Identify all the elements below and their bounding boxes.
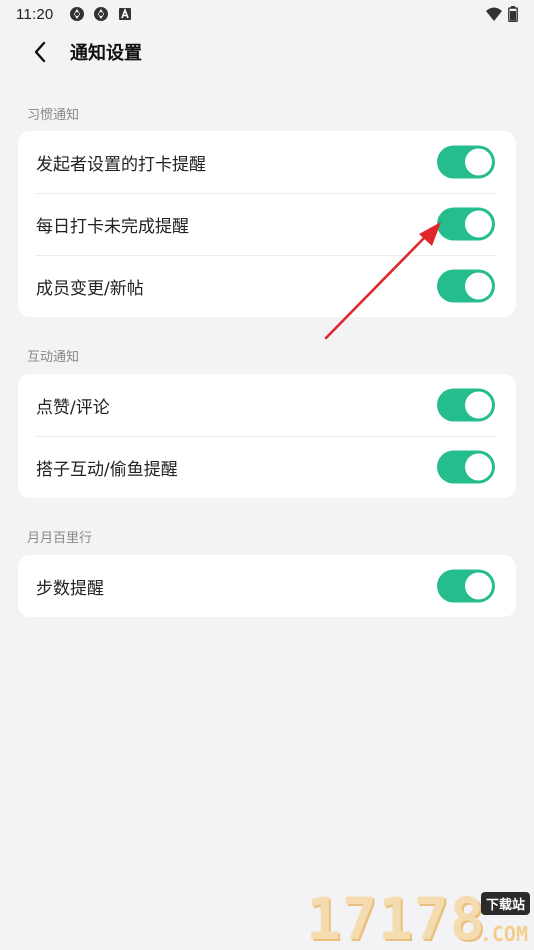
interaction-notification-card: 点赞/评论 搭子互动/偷鱼提醒 xyxy=(18,374,516,498)
wifi-icon xyxy=(486,6,502,22)
toggle-knob xyxy=(465,391,492,419)
toggle-knob xyxy=(465,453,492,481)
section-label-habit: 习惯通知 xyxy=(27,108,80,123)
app-bar: 通知设置 xyxy=(0,28,534,76)
habit-notification-card: 发起者设置的打卡提醒 每日打卡未完成提醒 成员变更/新帖 xyxy=(18,131,516,317)
monthly-walk-card: 步数提醒 xyxy=(18,555,516,617)
watermark-logo: 17178 下载站 .COM xyxy=(306,888,530,950)
setting-row-step-reminder[interactable]: 步数提醒 xyxy=(18,555,516,617)
sync-icon xyxy=(69,6,85,22)
page-title: 通知设置 xyxy=(70,43,142,64)
status-left-icons xyxy=(69,6,133,22)
setting-label: 搭子互动/偷鱼提醒 xyxy=(36,459,178,480)
watermark-suffix: .COM xyxy=(479,922,528,946)
toggle-switch[interactable] xyxy=(437,388,495,422)
setting-row-likes-comments[interactable]: 点赞/评论 xyxy=(18,374,516,436)
setting-label: 步数提醒 xyxy=(36,578,104,599)
setting-label: 发起者设置的打卡提醒 xyxy=(36,154,206,175)
toggle-switch[interactable] xyxy=(437,569,495,603)
section-label-interaction: 互动通知 xyxy=(27,350,80,365)
setting-label: 每日打卡未完成提醒 xyxy=(36,216,189,237)
watermark-badge: 下载站 xyxy=(480,892,530,915)
toggle-knob xyxy=(465,210,492,238)
setting-row-member-change[interactable]: 成员变更/新帖 xyxy=(18,255,516,317)
setting-label: 点赞/评论 xyxy=(36,397,110,418)
toggle-knob xyxy=(465,148,492,176)
sync-icon xyxy=(93,6,109,22)
section-label-monthly-walk: 月月百里行 xyxy=(27,531,93,546)
setting-row-initiator-reminder[interactable]: 发起者设置的打卡提醒 xyxy=(18,131,516,193)
toggle-switch[interactable] xyxy=(437,450,495,484)
setting-row-daily-incomplete-reminder[interactable]: 每日打卡未完成提醒 xyxy=(18,193,516,255)
toggle-switch[interactable] xyxy=(437,207,495,241)
status-right-icons xyxy=(486,6,518,23)
chevron-left-icon xyxy=(34,41,46,63)
battery-icon xyxy=(508,6,518,23)
status-time: 11:20 xyxy=(16,5,54,23)
status-bar: 11:20 xyxy=(0,0,534,28)
setting-label: 成员变更/新帖 xyxy=(36,278,144,299)
toggle-knob xyxy=(465,272,492,300)
back-button[interactable] xyxy=(20,32,60,72)
setting-row-buddy-interaction[interactable]: 搭子互动/偷鱼提醒 xyxy=(18,436,516,498)
watermark-digits: 17178 xyxy=(306,885,486,950)
toggle-switch[interactable] xyxy=(437,269,495,303)
toggle-knob xyxy=(465,572,492,600)
toggle-switch[interactable] xyxy=(437,145,495,179)
notification-a-icon xyxy=(117,6,133,22)
